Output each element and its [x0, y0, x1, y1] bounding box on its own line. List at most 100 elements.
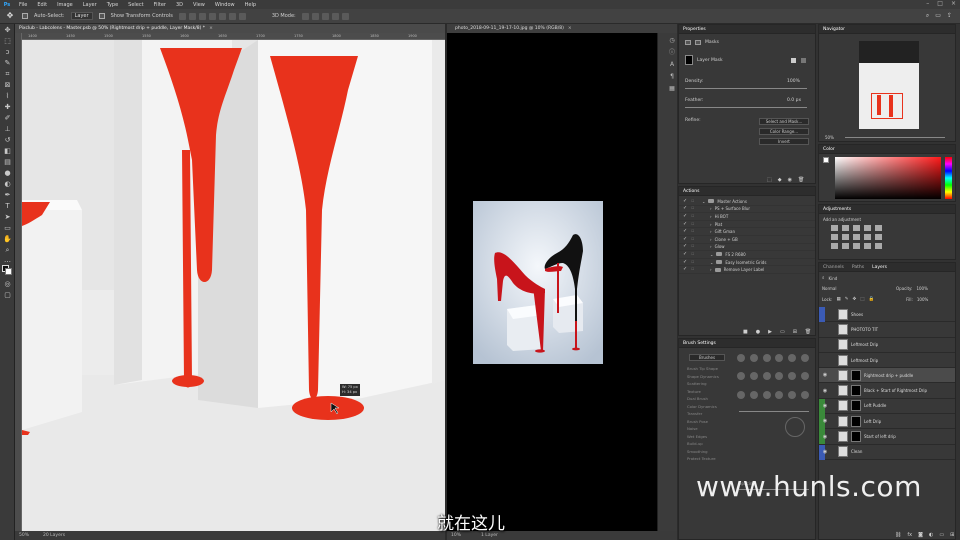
history-brush-icon[interactable]: ↺	[3, 136, 12, 145]
tab-channels[interactable]: Channels	[823, 265, 844, 270]
curves-icon[interactable]	[853, 225, 860, 231]
layer-row[interactable]: ◉ Left Drip	[819, 414, 955, 430]
path-select-icon[interactable]: ➤	[3, 213, 12, 222]
eye-icon[interactable]: ◉	[822, 449, 828, 455]
dialog-toggle-icon[interactable]: ▫	[691, 221, 696, 227]
shape-tool-icon[interactable]: ▭	[3, 224, 12, 233]
vibrance-icon[interactable]	[875, 225, 882, 231]
checkmark-icon[interactable]: ✓	[683, 244, 688, 249]
dialog-toggle-icon[interactable]: ▫	[691, 267, 696, 272]
quick-select-tool-icon[interactable]: ✎	[3, 59, 12, 68]
eraser-tool-icon[interactable]: ◧	[3, 147, 12, 156]
brush-settings-title[interactable]: Brush Settings	[683, 341, 716, 346]
layer-thumbnail[interactable]	[838, 415, 848, 427]
layer-row[interactable]: ◉ Left Puddle	[819, 398, 955, 415]
action-item[interactable]: ✓ ▫ › Remove Layer Label	[679, 266, 815, 274]
new-layer-icon[interactable]: ⊞	[950, 532, 954, 538]
pen-tool-icon[interactable]: ✒	[3, 191, 12, 200]
3d-roll-icon[interactable]	[311, 12, 319, 20]
layer-mask-thumbnail[interactable]	[851, 415, 861, 427]
menu-filter[interactable]: Filter	[149, 2, 171, 8]
menu-help[interactable]: Help	[240, 2, 261, 8]
zoom-tool-icon[interactable]: ⌕	[3, 246, 12, 255]
more-tools-icon[interactable]: …	[3, 256, 12, 265]
layer-name[interactable]: Leftmost Drip	[851, 342, 878, 347]
frame-tool-icon[interactable]: ⊠	[3, 81, 12, 90]
expand-arrow-icon[interactable]: ›	[710, 222, 712, 227]
gradient-tool-icon[interactable]: ▤	[3, 158, 12, 167]
expand-arrow-icon[interactable]: ›	[710, 267, 712, 272]
close-icon[interactable]: ×	[568, 26, 572, 31]
layer-name[interactable]: Left Drip	[864, 419, 881, 424]
opacity-value[interactable]: 100%	[916, 286, 927, 291]
search-icon[interactable]: ⌕	[926, 12, 929, 20]
eye-icon[interactable]: ◉	[822, 372, 828, 378]
lock-artboard-icon[interactable]: ⬚	[860, 297, 864, 302]
filter-kind-dropdown[interactable]: Kind	[829, 276, 838, 281]
distribute-icon[interactable]	[238, 12, 246, 20]
menu-image[interactable]: Image	[52, 2, 78, 8]
layer-row[interactable]: ◉ Start of left drip	[819, 429, 955, 445]
healing-tool-icon[interactable]: ✚	[3, 103, 12, 112]
dialog-toggle-icon[interactable]: ▫	[691, 236, 696, 242]
invert-button[interactable]: Invert	[759, 138, 809, 145]
expand-arrow-icon[interactable]: ›	[710, 206, 712, 211]
visibility-icon[interactable]: ◉	[788, 177, 792, 183]
actions-title[interactable]: Actions	[683, 189, 699, 194]
action-item[interactable]: ✓ ▫ › Gift Gman	[679, 228, 815, 236]
hue-sat-icon[interactable]	[831, 234, 838, 240]
layer-name[interactable]: Left Puddle	[864, 403, 886, 408]
new-action-icon[interactable]: ⊞	[793, 329, 797, 335]
layer-row[interactable]: ◉ Rightmost drip + puddle	[819, 368, 955, 384]
brush-tip-preset[interactable]	[775, 372, 784, 381]
brush-tip-preset[interactable]	[762, 354, 771, 362]
brush-tip-preset[interactable]	[762, 390, 771, 399]
brush-option[interactable]: Protect Texture	[679, 455, 735, 463]
expand-arrow-icon[interactable]: ›	[710, 229, 712, 234]
menu-file[interactable]: File	[14, 2, 32, 8]
align-bottom-icon[interactable]	[228, 12, 236, 20]
move-tool-icon[interactable]: ✥	[4, 11, 16, 21]
stop-icon[interactable]: ■	[743, 329, 748, 335]
info-icon[interactable]: ⓘ	[668, 49, 676, 57]
expand-arrow-icon[interactable]: ›	[710, 244, 712, 249]
eyedropper-tool-icon[interactable]: ⌇	[3, 92, 12, 101]
layer-row[interactable]: ◉ Black + Start of Rightmost Drip	[819, 384, 955, 399]
brush-tip-preset[interactable]	[749, 372, 758, 381]
background-color-swatch[interactable]	[5, 268, 12, 275]
layer-name[interactable]: Clean	[851, 449, 862, 454]
navigator-zoom-slider[interactable]	[845, 137, 945, 138]
layer-name[interactable]: Black + Start of Rightmost Drip	[864, 388, 927, 393]
dodge-tool-icon[interactable]: ◐	[3, 180, 12, 189]
menu-layer[interactable]: Layer	[78, 2, 102, 8]
brush-angle-widget[interactable]	[785, 417, 805, 437]
new-group-icon[interactable]: ▭	[939, 532, 944, 538]
checkmark-icon[interactable]: ✓	[683, 267, 688, 272]
layer-thumbnail[interactable]	[838, 369, 848, 381]
fill-value[interactable]: 100%	[917, 297, 928, 302]
brush-tip-preset[interactable]	[775, 354, 784, 362]
action-item[interactable]: ✓ ▫ › Clone + GB	[679, 236, 815, 244]
checkmark-icon[interactable]: ✓	[683, 221, 688, 227]
checkmark-icon[interactable]: ✓	[683, 206, 688, 211]
invert-adj-icon[interactable]	[831, 243, 838, 249]
action-item[interactable]: ✓ ▫ ⌄ FS 2 R680	[679, 251, 815, 259]
checkmark-icon[interactable]: ✓	[683, 198, 688, 204]
expand-arrow-icon[interactable]: ›	[710, 214, 712, 219]
eye-icon[interactable]	[822, 357, 828, 363]
eye-icon[interactable]: ◉	[822, 418, 828, 424]
fx-icon[interactable]: fx	[907, 532, 912, 538]
layer-row[interactable]: Shoes	[819, 307, 955, 323]
eye-icon[interactable]: ◉	[822, 388, 828, 394]
screen-mode-icon[interactable]: ▢	[3, 291, 12, 300]
layer-name[interactable]: Leftmost Drip	[851, 358, 878, 363]
expand-arrow-icon[interactable]: ⌄	[710, 252, 713, 257]
eye-icon[interactable]	[822, 326, 828, 332]
align-left-icon[interactable]	[178, 12, 186, 20]
lock-paint-icon[interactable]: ✎	[845, 297, 849, 302]
3d-scale-icon[interactable]	[341, 12, 349, 20]
brush-tip-preset[interactable]	[762, 372, 771, 381]
layer-thumbnail[interactable]	[838, 385, 848, 397]
layer-name[interactable]: Rightmost drip + puddle	[864, 373, 913, 378]
feather-value[interactable]: 0.0 px	[787, 98, 801, 103]
